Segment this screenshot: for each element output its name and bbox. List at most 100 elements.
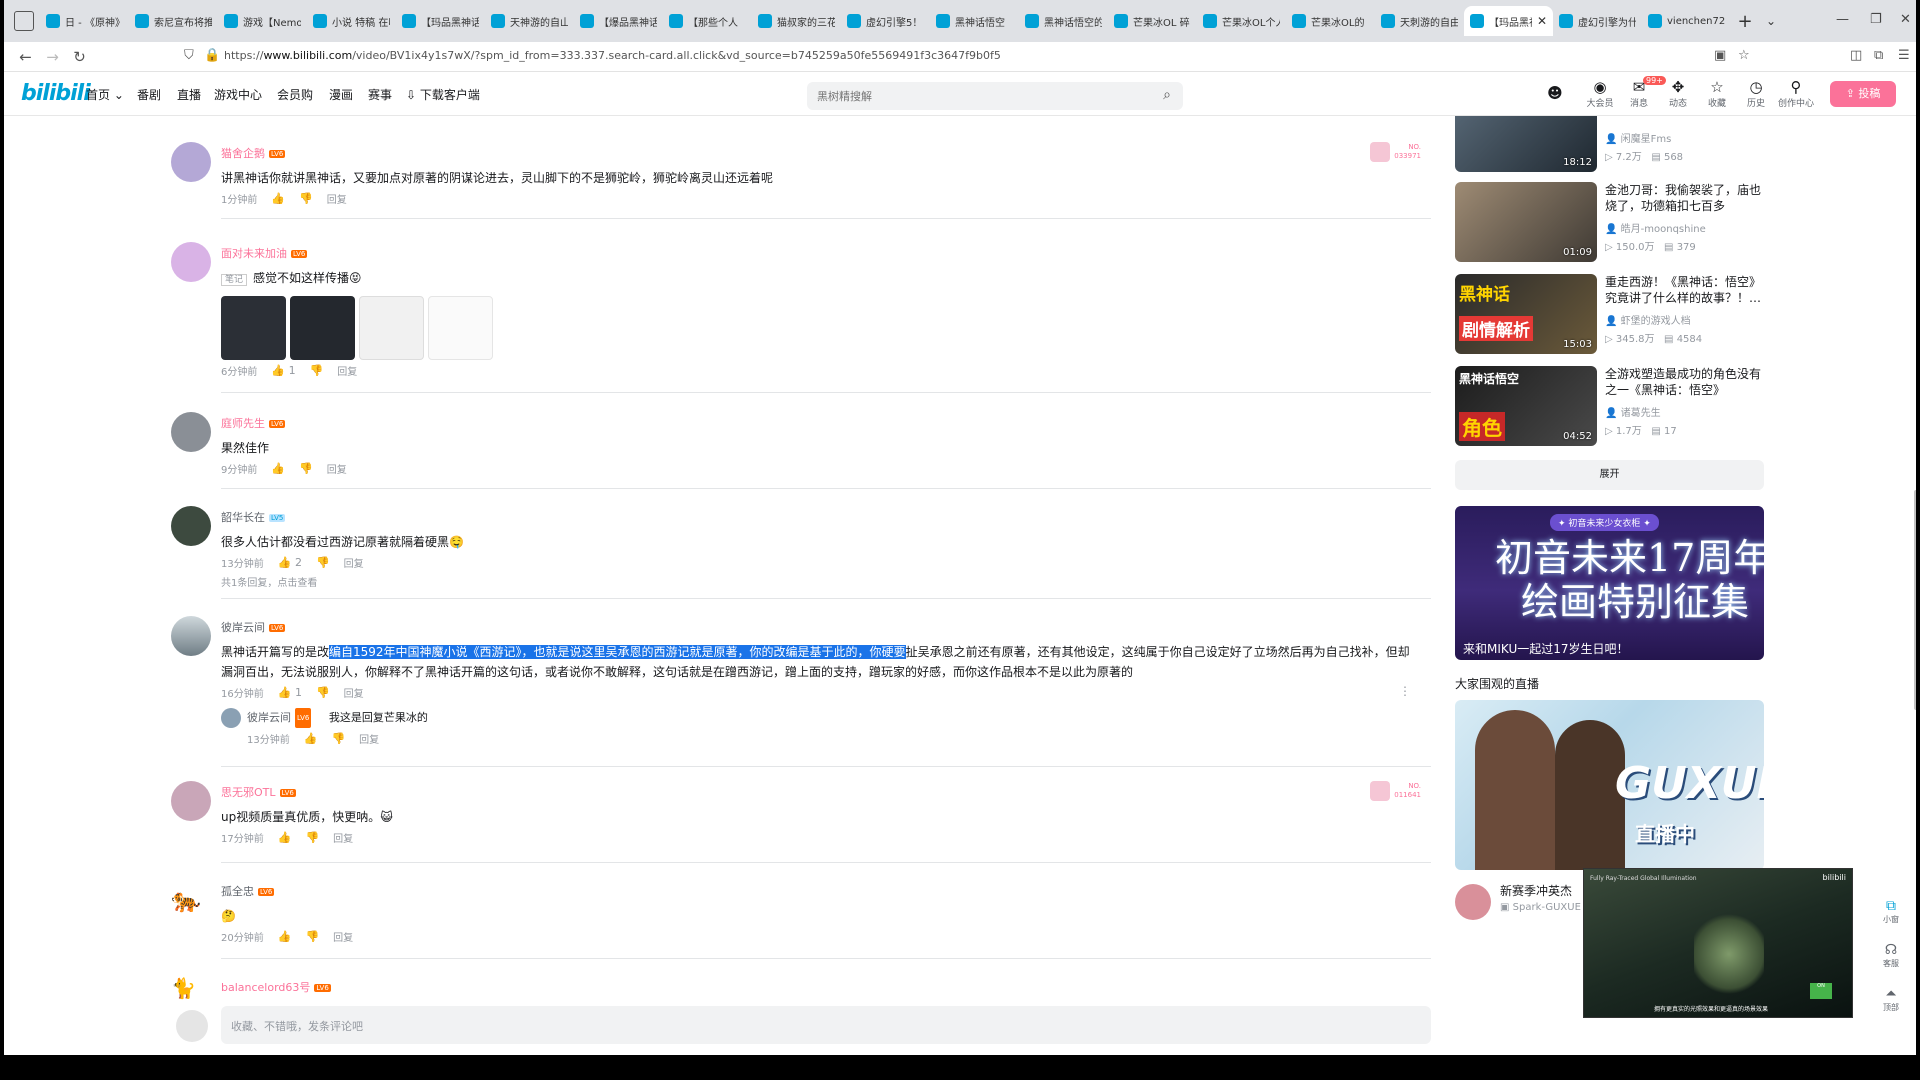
comment-image[interactable]	[290, 296, 355, 360]
search-icon[interactable]: ⌕	[1163, 87, 1171, 103]
like-icon[interactable]: 👍	[304, 732, 318, 745]
avatar[interactable]	[171, 242, 211, 282]
browser-tab[interactable]: 黑神话悟空	[930, 6, 1019, 36]
nav-mall[interactable]: 会员购	[277, 86, 313, 103]
message-button[interactable]: ✉ 99+ 消息	[1619, 76, 1666, 109]
browser-tab[interactable]: vienchen72	[1642, 6, 1731, 36]
vip-button[interactable]: ◉ 大会员	[1580, 78, 1620, 109]
tab-search-icon[interactable]: ⌄	[1759, 14, 1783, 28]
browser-tab[interactable]: 黑神话悟空的	[1019, 6, 1108, 36]
reply-button[interactable]: 回复	[337, 363, 357, 378]
close-window-icon[interactable]: ✕	[1900, 12, 1911, 27]
back-to-top-button[interactable]: ⏶ 顶部	[1876, 986, 1906, 1013]
screenshot-icon[interactable]: ▣	[1714, 48, 1726, 63]
creator-center-button[interactable]: ⚲ 创作中心	[1776, 78, 1816, 109]
back-icon[interactable]: ←	[12, 48, 39, 66]
browser-tab[interactable]: 【那些个人	[663, 6, 752, 36]
note-tag[interactable]: 笔记	[221, 274, 248, 286]
recommend-video[interactable]: 黑神话 剧情解析 15:03 重走西游！《黑神话：悟空》究竟讲了什么样的故事？！…	[1455, 274, 1765, 354]
like-icon[interactable]: 👍	[278, 930, 292, 943]
comment-username[interactable]: 思无邪OTL	[221, 786, 276, 799]
live-user[interactable]: ▣ Spark-GUXUE	[1500, 902, 1581, 913]
browser-tab[interactable]: 【玛品黑神话	[396, 6, 485, 36]
video-title[interactable]: 金池刀哥：我偷袈裟了，庙也烧了，功德箱扣七百多	[1605, 182, 1765, 214]
comment-image[interactable]	[428, 296, 493, 360]
like-icon[interactable]: 👍	[271, 192, 285, 205]
comment-image[interactable]	[359, 296, 424, 360]
video-author[interactable]: 👤 闲魔星Fms	[1605, 130, 1671, 145]
video-author[interactable]: 👤 虾堡的游戏人档	[1605, 312, 1691, 327]
nav-game-center[interactable]: 游戏中心	[214, 86, 262, 103]
avatar[interactable]	[221, 708, 241, 728]
pocket-icon[interactable]: ◫	[1850, 48, 1862, 63]
reply-username[interactable]: 彼岸云间	[247, 711, 291, 724]
new-tab-button[interactable]: +	[1731, 11, 1759, 32]
browser-tab[interactable]: 芒果冰OL 碎	[1108, 6, 1197, 36]
close-tab-icon[interactable]: ✕	[1537, 14, 1547, 28]
my-avatar[interactable]	[176, 1010, 208, 1042]
browser-tab[interactable]: 虚幻引擎5！	[841, 6, 930, 36]
browser-tab[interactable]: 天神游的自山	[485, 6, 574, 36]
browser-tab[interactable]: 【玛品黑神 ✕	[1464, 6, 1553, 36]
browser-tab[interactable]: 日 - 《原神》 每	[40, 6, 129, 36]
bilibili-logo[interactable]: bilibili	[21, 81, 91, 106]
dislike-icon[interactable]: 👎	[299, 462, 313, 475]
dislike-icon[interactable]: 👎	[299, 192, 313, 205]
avatar[interactable]	[171, 616, 211, 656]
dislike-icon[interactable]: 👎	[305, 930, 319, 943]
video-cover[interactable]: 18:12	[1455, 116, 1597, 172]
upload-button[interactable]: ⇪ 投稿	[1830, 81, 1896, 107]
avatar[interactable]	[171, 506, 211, 546]
minimize-icon[interactable]: —	[1836, 12, 1849, 27]
dislike-icon[interactable]: 👎	[305, 831, 319, 844]
avatar[interactable]: 🐈	[171, 976, 201, 1006]
reply-button[interactable]: 回复	[344, 555, 364, 570]
browser-tab[interactable]: 猫叔家的三花	[752, 6, 841, 36]
reload-icon[interactable]: ↻	[66, 48, 93, 66]
nav-manga[interactable]: 漫画	[329, 86, 353, 103]
view-replies-link[interactable]: 共1条回复，点击查看	[221, 574, 1421, 589]
video-author[interactable]: 👤 皓月-moonqshine	[1605, 220, 1706, 235]
mini-window-button[interactable]: ⧉ 小窗	[1876, 898, 1906, 925]
browser-tab[interactable]: 芒果冰OL的	[1286, 6, 1375, 36]
like-icon[interactable]: 👍	[278, 831, 292, 844]
comment-username[interactable]: 彼岸云间	[221, 621, 265, 634]
promo-banner[interactable]: ✦ 初音未来少女衣柜 ✦ 初音未来17周年 绘画特别征集 来和MIKU一起过17岁…	[1455, 506, 1764, 660]
nav-live[interactable]: 直播	[177, 86, 201, 103]
lock-icon[interactable]: 🔒	[204, 48, 220, 63]
comment-image[interactable]	[221, 296, 286, 360]
bookmark-star-icon[interactable]: ☆	[1738, 48, 1750, 63]
dynamic-button[interactable]: ✥ 动态	[1658, 78, 1698, 109]
video-cover[interactable]: 黑神话 剧情解析 15:03	[1455, 274, 1597, 354]
more-options-icon[interactable]: ⋮	[1399, 684, 1411, 698]
comment-username[interactable]: 庭师先生	[221, 417, 265, 430]
nav-esports[interactable]: 赛事	[368, 86, 392, 103]
comment-username[interactable]: balancelord63号	[221, 981, 310, 994]
avatar[interactable]	[1455, 884, 1491, 920]
reply-button[interactable]: 回复	[333, 929, 353, 944]
recommend-video[interactable]: 18:12 👤 闲魔星Fms ▷ 7.2万 ▤ 568	[1455, 116, 1765, 172]
browser-tab[interactable]: 游戏【Nemo	[218, 6, 307, 36]
video-cover[interactable]: 黑神话悟空 角色 04:52	[1455, 366, 1597, 446]
browser-tab[interactable]: 芒果冰OL个人	[1197, 6, 1286, 36]
customer-service-button[interactable]: ☊ 客服	[1876, 942, 1906, 969]
reply-button[interactable]: 回复	[344, 685, 364, 700]
avatar[interactable]	[171, 412, 211, 452]
avatar-icon[interactable]: ☻	[1535, 84, 1575, 102]
favorites-button[interactable]: ☆ 收藏	[1697, 78, 1737, 109]
comment-username[interactable]: 面对未来加油	[221, 247, 287, 260]
video-title[interactable]: 全游戏塑造最成功的角色没有之一《黑神话：悟空》	[1605, 366, 1765, 398]
like-icon[interactable]: 👍	[271, 462, 285, 475]
reply-button[interactable]: 回复	[327, 191, 347, 206]
recommend-video[interactable]: 01:09 金池刀哥：我偷袈裟了，庙也烧了，功德箱扣七百多 👤 皓月-moonq…	[1455, 182, 1765, 262]
window-menu-icon[interactable]	[14, 11, 34, 31]
comment-username[interactable]: 孤全忠	[221, 885, 254, 898]
video-title[interactable]: 重走西游！《黑神话：悟空》究竟讲了什么样的故事？！…	[1605, 274, 1765, 306]
dislike-icon[interactable]: 👎	[310, 364, 324, 377]
video-author[interactable]: 👤 诸葛先生	[1605, 404, 1661, 419]
avatar[interactable]	[171, 781, 211, 821]
comment-username[interactable]: 猫舍企鹅	[221, 147, 265, 160]
recommend-video[interactable]: 黑神话悟空 角色 04:52 全游戏塑造最成功的角色没有之一《黑神话：悟空》 👤…	[1455, 366, 1765, 446]
mini-player[interactable]: Fully Ray-Traced Global Illumination bil…	[1583, 868, 1853, 1018]
reply-button[interactable]: 回复	[333, 830, 353, 845]
